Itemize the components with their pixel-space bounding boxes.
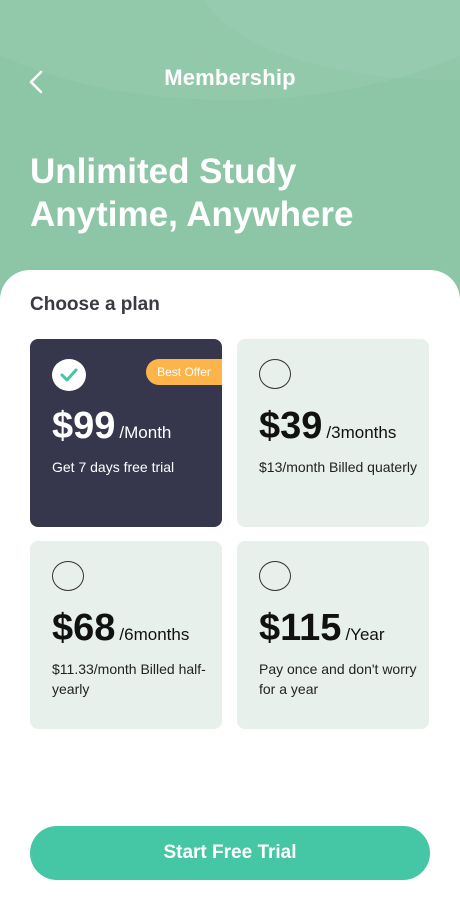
price-row: $68/6months [52, 607, 189, 650]
price-row: $115/Year [259, 607, 385, 650]
plan-card-yearly[interactable]: $115/Year Pay once and don't worry for a… [237, 541, 429, 729]
plan-description: Pay once and don't worry for a year [259, 661, 417, 697]
page-title: Membership [164, 65, 296, 90]
plan-description: Get 7 days free trial [52, 459, 175, 475]
plan-description: $11.33/month Billed half-yearly [52, 661, 206, 697]
plan-description: $13/month Billed quaterly [259, 459, 417, 475]
plan-card-monthly[interactable]: Best Offer $99/Month Get 7 days free tri… [30, 339, 222, 527]
plan-period: /6months [119, 625, 190, 644]
headline-line-1: Unlimited Study [30, 152, 297, 191]
radio-button[interactable] [259, 561, 291, 591]
plan-period: /Year [345, 625, 385, 644]
start-free-trial-button[interactable]: Start Free Trial [30, 826, 430, 880]
plan-price: $115 [259, 607, 342, 649]
plan-card-6months[interactable]: $68/6months $11.33/month Billed half-yea… [30, 541, 222, 729]
plan-period: /3months [326, 423, 397, 442]
checkmark-icon [60, 368, 78, 382]
radio-button[interactable] [259, 359, 291, 389]
plan-price: $39 [259, 405, 323, 447]
plan-price: $99 [52, 405, 116, 447]
price-row: $99/Month [52, 405, 171, 448]
plan-card-3months[interactable]: $39/3months $13/month Billed quaterly [237, 339, 429, 527]
plan-price: $68 [52, 607, 116, 649]
section-label: Choose a plan [30, 294, 160, 315]
price-row: $39/3months [259, 405, 396, 448]
headline-line-2: Anytime, Anywhere [30, 195, 354, 234]
best-offer-badge: Best Offer [146, 359, 222, 385]
selected-check [52, 359, 86, 391]
hero-headline: Unlimited Study Anytime, Anywhere [30, 150, 450, 236]
radio-button[interactable] [52, 561, 84, 591]
plan-period: /Month [119, 423, 172, 442]
